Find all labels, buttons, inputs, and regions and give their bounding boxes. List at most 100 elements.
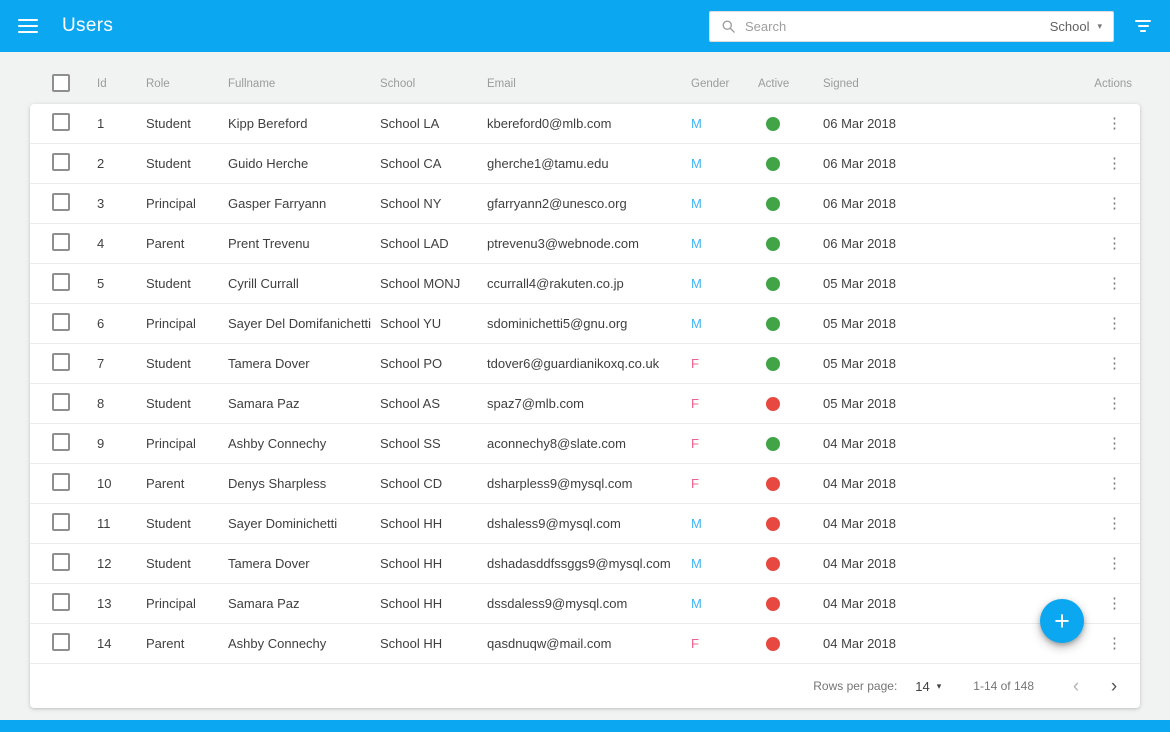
cell-role: Student bbox=[146, 516, 191, 531]
cell-active bbox=[758, 116, 823, 131]
cell-fullname: Guido Herche bbox=[228, 156, 309, 171]
cell-active bbox=[758, 316, 823, 331]
cell-signed: 04 Mar 2018 bbox=[823, 596, 896, 611]
row-checkbox[interactable] bbox=[52, 233, 70, 251]
cell-actions: ⋮ bbox=[1060, 554, 1140, 573]
cell-id: 5 bbox=[97, 276, 105, 291]
row-actions-menu-icon[interactable]: ⋮ bbox=[1103, 114, 1126, 133]
next-page-button[interactable]: › bbox=[1102, 674, 1126, 698]
search-column-select[interactable]: School ▾ bbox=[1050, 19, 1102, 34]
table-body: 1 Student Kipp Bereford School LA kberef… bbox=[30, 104, 1140, 664]
search-box: School ▾ bbox=[709, 10, 1114, 42]
cell-id: 13 bbox=[97, 596, 112, 611]
cell-school: School YU bbox=[380, 316, 442, 331]
row-checkbox-cell bbox=[30, 433, 97, 454]
cell-signed: 05 Mar 2018 bbox=[823, 356, 896, 371]
cell-actions: ⋮ bbox=[1060, 514, 1140, 533]
cell-school: School LAD bbox=[380, 236, 449, 251]
row-checkbox-cell bbox=[30, 353, 97, 374]
search-icon bbox=[722, 20, 735, 33]
row-actions-menu-icon[interactable]: ⋮ bbox=[1103, 634, 1126, 653]
row-checkbox[interactable] bbox=[52, 273, 70, 291]
cell-fullname: Cyrill Currall bbox=[228, 276, 299, 291]
row-checkbox-cell bbox=[30, 233, 97, 254]
row-checkbox[interactable] bbox=[52, 153, 70, 171]
table-card: 1 Student Kipp Bereford School LA kberef… bbox=[30, 104, 1140, 708]
cell-school: School CA bbox=[380, 156, 442, 171]
cell-actions: ⋮ bbox=[1060, 394, 1140, 413]
cell-email: gherche1@tamu.edu bbox=[487, 156, 609, 171]
active-status-dot bbox=[766, 636, 780, 651]
active-status-dot bbox=[766, 476, 780, 491]
rows-per-page-select[interactable]: 14 ▾ bbox=[915, 679, 941, 694]
previous-page-button[interactable]: ‹ bbox=[1064, 674, 1088, 698]
filter-icon[interactable] bbox=[1132, 17, 1154, 35]
row-actions-menu-icon[interactable]: ⋮ bbox=[1103, 274, 1126, 293]
row-actions-menu-icon[interactable]: ⋮ bbox=[1103, 554, 1126, 573]
cell-school: School PO bbox=[380, 356, 443, 371]
cell-active bbox=[758, 516, 823, 531]
cell-fullname: Kipp Bereford bbox=[228, 116, 308, 131]
row-actions-menu-icon[interactable]: ⋮ bbox=[1103, 474, 1126, 493]
row-checkbox[interactable] bbox=[52, 433, 70, 451]
cell-id: 2 bbox=[97, 156, 105, 171]
bottom-bar bbox=[0, 720, 1170, 732]
row-actions-menu-icon[interactable]: ⋮ bbox=[1103, 154, 1126, 173]
table-row: 11 Student Sayer Dominichetti School HH … bbox=[30, 504, 1140, 544]
cell-active bbox=[758, 476, 823, 491]
cell-gender: F bbox=[691, 636, 699, 651]
search-input[interactable] bbox=[745, 18, 1050, 34]
cell-role: Student bbox=[146, 356, 191, 371]
cell-email: aconnechy8@slate.com bbox=[487, 436, 626, 451]
cell-fullname: Ashby Connechy bbox=[228, 636, 327, 651]
table-row: 13 Principal Samara Paz School HH dssdal… bbox=[30, 584, 1140, 624]
row-actions-menu-icon[interactable]: ⋮ bbox=[1103, 314, 1126, 333]
rows-per-page-value: 14 bbox=[915, 678, 930, 694]
row-checkbox[interactable] bbox=[52, 113, 70, 131]
row-checkbox[interactable] bbox=[52, 393, 70, 411]
row-checkbox-cell bbox=[30, 593, 97, 614]
select-all-checkbox[interactable] bbox=[52, 73, 70, 92]
row-checkbox-cell bbox=[30, 153, 97, 174]
row-checkbox[interactable] bbox=[52, 193, 70, 211]
table-row: 2 Student Guido Herche School CA gherche… bbox=[30, 144, 1140, 184]
row-actions-menu-icon[interactable]: ⋮ bbox=[1103, 354, 1126, 373]
cell-actions: ⋮ bbox=[1060, 234, 1140, 253]
row-actions-menu-icon[interactable]: ⋮ bbox=[1103, 594, 1126, 613]
column-header-gender: Gender bbox=[691, 78, 730, 90]
row-checkbox-cell bbox=[30, 553, 97, 574]
table-header-row: Id Role Fullname School Email Gender Act… bbox=[30, 64, 1140, 104]
cell-active bbox=[758, 556, 823, 571]
row-checkbox[interactable] bbox=[52, 553, 70, 571]
row-actions-menu-icon[interactable]: ⋮ bbox=[1103, 514, 1126, 533]
pagination-range: 1-14 of 148 bbox=[973, 679, 1034, 693]
row-actions-menu-icon[interactable]: ⋮ bbox=[1103, 234, 1126, 253]
active-status-dot bbox=[766, 556, 780, 571]
active-status-dot bbox=[766, 276, 780, 291]
active-status-dot bbox=[766, 156, 780, 171]
row-checkbox[interactable] bbox=[52, 353, 70, 371]
cell-gender: M bbox=[691, 196, 702, 211]
active-status-dot bbox=[766, 116, 780, 131]
row-actions-menu-icon[interactable]: ⋮ bbox=[1103, 194, 1126, 213]
add-user-fab[interactable]: + bbox=[1040, 599, 1084, 643]
rows-per-page-label: Rows per page: bbox=[813, 679, 898, 693]
menu-icon[interactable] bbox=[18, 17, 38, 35]
row-checkbox[interactable] bbox=[52, 633, 70, 651]
row-actions-menu-icon[interactable]: ⋮ bbox=[1103, 394, 1126, 413]
cell-gender: F bbox=[691, 476, 699, 491]
cell-email: kbereford0@mlb.com bbox=[487, 116, 612, 131]
row-checkbox[interactable] bbox=[52, 313, 70, 331]
row-actions-menu-icon[interactable]: ⋮ bbox=[1103, 434, 1126, 453]
menu-bar bbox=[18, 19, 38, 21]
cell-actions: ⋮ bbox=[1060, 434, 1140, 453]
cell-email: sdominichetti5@gnu.org bbox=[487, 316, 628, 331]
row-checkbox[interactable] bbox=[52, 593, 70, 611]
cell-id: 8 bbox=[97, 396, 105, 411]
cell-school: School HH bbox=[380, 636, 443, 651]
row-checkbox[interactable] bbox=[52, 473, 70, 491]
cell-active bbox=[758, 356, 823, 371]
table-row: 4 Parent Prent Trevenu School LAD ptreve… bbox=[30, 224, 1140, 264]
cell-active bbox=[758, 436, 823, 451]
row-checkbox[interactable] bbox=[52, 513, 70, 531]
